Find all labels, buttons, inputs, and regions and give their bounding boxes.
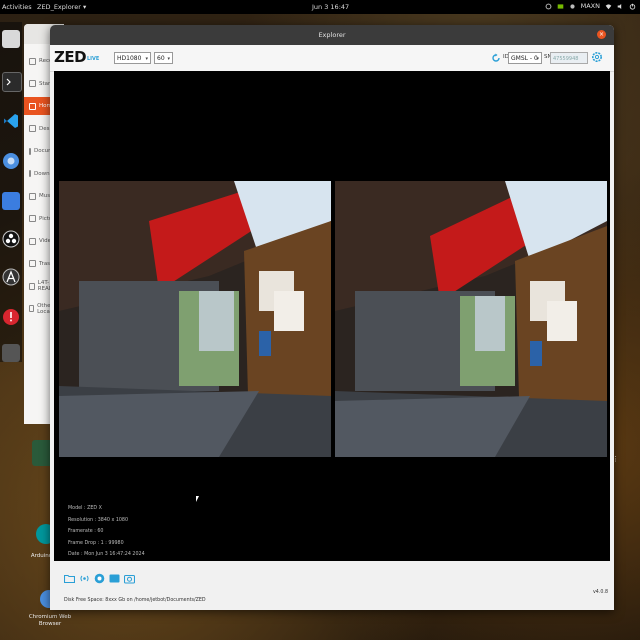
zed-explorer-window: Explorer × ZED LIVE HD1080 ▾ 60 ▾ ID GMS… bbox=[50, 25, 614, 610]
folder-icon bbox=[29, 57, 36, 65]
close-button[interactable]: × bbox=[597, 30, 606, 39]
top-bar: Activities ZED_Explorer ▾ Jun 3 16:47 MA… bbox=[0, 0, 640, 14]
folder-icon bbox=[29, 125, 36, 132]
version-label: v4.0.8 bbox=[592, 590, 608, 595]
editor-icon[interactable] bbox=[2, 192, 20, 210]
info-resolution: Resolution : 3840 x 1080 bbox=[68, 517, 129, 523]
terminal-icon[interactable] bbox=[2, 72, 22, 92]
left-camera-frame bbox=[59, 181, 331, 457]
bottom-bar: Disk Free Space: 8xxx Gb on /home/jetbot… bbox=[50, 561, 614, 610]
power-mode-label[interactable]: MAXN bbox=[581, 2, 600, 10]
chevron-down-icon: ▾ bbox=[536, 56, 539, 62]
right-camera-frame bbox=[335, 181, 607, 457]
toolbar: ZED LIVE HD1080 ▾ 60 ▾ ID GMSL - 0 ▾ SN … bbox=[50, 45, 614, 72]
folder-icon bbox=[29, 305, 35, 312]
folder-icon bbox=[29, 170, 31, 177]
folder-icon bbox=[29, 282, 35, 290]
power-mode-icon[interactable] bbox=[569, 3, 576, 10]
terminal-glyph-icon bbox=[6, 78, 11, 86]
video-viewport[interactable]: Model : ZED X Resolution : 3840 x 1080 F… bbox=[54, 71, 610, 561]
zed-logo: ZED bbox=[54, 48, 87, 66]
folder-icon bbox=[29, 102, 36, 110]
folder-icon bbox=[29, 147, 31, 155]
close-icon: × bbox=[598, 31, 605, 38]
info-frame-drop: Frame Drop : 1 : 99980 bbox=[68, 540, 124, 546]
camera-id-value: GMSL - 0 bbox=[511, 55, 538, 62]
resolution-value: HD1080 bbox=[117, 55, 142, 62]
window-titlebar[interactable]: Explorer × bbox=[50, 25, 614, 45]
dock bbox=[0, 22, 22, 362]
folder-icon[interactable] bbox=[64, 573, 75, 584]
software-store-icon[interactable] bbox=[2, 268, 20, 286]
stream-icon[interactable] bbox=[79, 573, 90, 584]
files-app-icon[interactable] bbox=[2, 30, 20, 48]
chevron-down-icon: ▾ bbox=[167, 56, 170, 62]
activities-button[interactable]: Activities bbox=[2, 3, 32, 11]
folder-icon bbox=[29, 80, 36, 87]
window-title: Explorer bbox=[318, 31, 346, 39]
folder-icon bbox=[29, 237, 36, 245]
folder-icon bbox=[29, 260, 36, 267]
folder-icon bbox=[29, 192, 36, 200]
serial-number-field[interactable]: 47559948 bbox=[550, 52, 588, 64]
info-model: Model : ZED X bbox=[68, 506, 102, 511]
show-apps-icon[interactable] bbox=[2, 344, 20, 362]
record-icon[interactable] bbox=[94, 573, 105, 584]
resolution-select[interactable]: HD1080 ▾ bbox=[114, 52, 151, 64]
system-tray[interactable]: MAXN bbox=[545, 2, 636, 10]
network-icon[interactable] bbox=[545, 3, 552, 10]
chevron-down-icon: ▾ bbox=[145, 56, 148, 62]
clock[interactable]: Jun 3 16:47 bbox=[312, 3, 349, 11]
live-badge: LIVE bbox=[87, 56, 100, 62]
refresh-icon[interactable] bbox=[491, 53, 501, 63]
folder-icon bbox=[29, 215, 36, 222]
nvidia-icon[interactable] bbox=[557, 3, 564, 10]
camera-info-panel: Model : ZED X Resolution : 3840 x 1080 F… bbox=[68, 503, 145, 561]
power-icon[interactable] bbox=[629, 3, 636, 10]
chromium-label: Chromium Web Browser bbox=[28, 614, 72, 627]
disk-status: Disk Free Space: 8xxx Gb on /home/jetbot… bbox=[64, 598, 206, 603]
vscode-icon[interactable] bbox=[2, 112, 20, 130]
gear-icon[interactable] bbox=[591, 51, 603, 63]
info-date: Date : Mon Jun 3 16:47:24 2024 bbox=[68, 552, 145, 558]
volume-icon[interactable] bbox=[617, 3, 624, 10]
mouse-cursor bbox=[196, 496, 199, 502]
chromium-dock-icon[interactable] bbox=[2, 152, 20, 170]
svo-icon[interactable] bbox=[109, 573, 120, 584]
info-framerate: Framerate : 60 bbox=[68, 529, 104, 535]
camera-snapshot-icon[interactable] bbox=[124, 573, 135, 584]
resize-handle-icon[interactable]: ⋮ bbox=[612, 455, 619, 463]
update-alert-icon[interactable] bbox=[2, 308, 20, 326]
fps-value: 60 bbox=[157, 55, 165, 62]
fps-select[interactable]: 60 ▾ bbox=[154, 52, 173, 64]
wifi-icon[interactable] bbox=[605, 3, 612, 10]
obs-icon[interactable] bbox=[2, 230, 20, 248]
app-menu[interactable]: ZED_Explorer ▾ bbox=[37, 3, 86, 11]
camera-id-select[interactable]: GMSL - 0 ▾ bbox=[508, 52, 542, 64]
